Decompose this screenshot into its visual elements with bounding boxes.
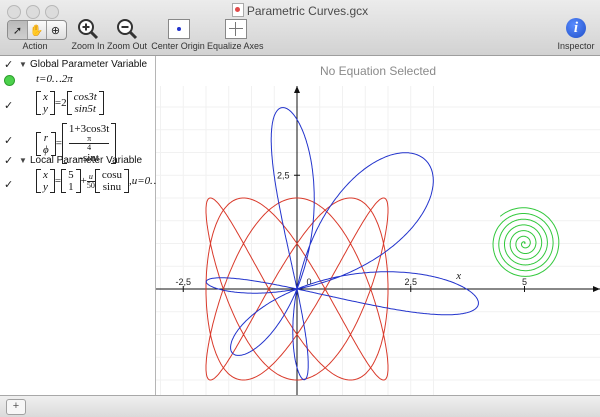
eq2-fraction: π4 xyxy=(68,135,110,152)
equalize-axes-label: Equalize Axes xyxy=(207,41,264,51)
equation-3: x y = 5 1 + u 50 cosu sinu ,u=0… xyxy=(36,169,160,193)
zoom-out-icon xyxy=(117,19,138,40)
eq1-y: y xyxy=(43,103,48,115)
equation-row-3[interactable]: ✓ x y = 5 1 + u 50 cosu sinu ,u=0… xyxy=(0,168,160,202)
action-segmented-control[interactable]: ➚ ✋ ⊕ xyxy=(7,20,67,40)
equation-1: x y =2 cos3t sin5t xyxy=(36,91,104,115)
eq3-y: y xyxy=(43,181,48,193)
equalize-axes-button[interactable]: Equalize Axes xyxy=(207,17,264,53)
eq1-scale: =2 xyxy=(54,97,67,109)
document-icon xyxy=(231,3,244,17)
pointer-tool-icon[interactable]: ➚ xyxy=(8,21,28,39)
checkmark-icon[interactable]: ✓ xyxy=(4,154,13,167)
x-tick-label: -2,5 xyxy=(175,277,191,287)
zoom-in-icon xyxy=(78,19,99,40)
x-tick-label: 5 xyxy=(522,277,527,287)
disclosure-triangle-icon[interactable]: ▼ xyxy=(19,60,27,69)
action-label: Action xyxy=(22,41,48,51)
window-title: Parametric Curves.gcx xyxy=(0,3,600,18)
app-window: Parametric Curves.gcx ➚ ✋ ⊕ Action Zoom … xyxy=(0,0,600,417)
x-axis-label: x xyxy=(455,270,461,282)
graph-canvas[interactable]: No Equation Selected -2,5 0 2,5 5 2,5 x xyxy=(156,56,600,395)
eq3-x: x xyxy=(43,169,48,181)
zoom-out-button[interactable]: Zoom Out xyxy=(106,17,148,53)
x-axis-arrow xyxy=(593,286,600,292)
center-origin-label: Center Origin xyxy=(151,41,205,51)
local-parameter-row[interactable]: ✓ ▼ Local Parameter Variable xyxy=(0,154,155,168)
eq2-r: r xyxy=(43,131,48,144)
checkmark-icon[interactable]: ✓ xyxy=(4,99,13,112)
x-tick-label: 2,5 xyxy=(404,277,417,287)
zoom-out-label: Zoom Out xyxy=(106,41,147,51)
eq1-cos: cos3t xyxy=(73,91,97,103)
equalize-axes-icon xyxy=(225,19,247,39)
eq3-const-x: 5 xyxy=(68,169,74,181)
parameter-indicator-icon xyxy=(4,75,15,86)
eq3-sin: sinu xyxy=(102,181,122,193)
eq1-sin: sin5t xyxy=(74,103,96,115)
center-origin-icon xyxy=(168,19,190,39)
y-axis-arrow xyxy=(294,86,300,93)
eq1-x: x xyxy=(43,91,48,103)
inspector-button[interactable]: i Inspector xyxy=(554,17,598,53)
disclosure-triangle-icon[interactable]: ▼ xyxy=(19,156,27,165)
eq3-frac-den: 50 xyxy=(86,180,95,190)
window-title-text: Parametric Curves.gcx xyxy=(246,4,369,18)
bottom-bar: + xyxy=(0,395,600,417)
global-parameter-text: t=0…2π xyxy=(36,73,73,85)
center-origin-button[interactable]: Center Origin xyxy=(150,17,206,53)
eq3-fraction: u 50 xyxy=(86,172,95,190)
equation-row-1[interactable]: ✓ x y =2 cos3t sin5t xyxy=(0,90,155,122)
toolbar: Parametric Curves.gcx ➚ ✋ ⊕ Action Zoom … xyxy=(0,0,600,56)
info-icon: i xyxy=(566,18,586,38)
global-parameter-value-row[interactable]: t=0…2π xyxy=(0,70,155,90)
checkmark-icon[interactable]: ✓ xyxy=(4,178,13,191)
zoom-tool-icon[interactable]: ⊕ xyxy=(46,21,65,39)
inspector-label: Inspector xyxy=(557,41,595,51)
equation-sidebar: ✓ ▼ Global Parameter Variable t=0…2π ✓ x… xyxy=(0,56,160,395)
checkmark-icon[interactable]: ✓ xyxy=(4,134,13,147)
eq3-const-y: 1 xyxy=(68,181,74,193)
eq3-cos: cosu xyxy=(101,169,122,181)
local-parameter-header: Local Parameter Variable xyxy=(30,155,143,166)
y-tick-label: 2,5 xyxy=(277,170,290,180)
zoom-in-label: Zoom In xyxy=(71,41,105,51)
zoom-in-button[interactable]: Zoom In xyxy=(68,17,108,53)
global-parameter-header: Global Parameter Variable xyxy=(30,59,148,70)
plot-area[interactable]: -2,5 0 2,5 52,5x xyxy=(156,56,600,395)
hand-tool-icon[interactable]: ✋ xyxy=(27,21,47,39)
eq2-frac-den: 4 xyxy=(87,143,92,152)
add-equation-button[interactable]: + xyxy=(6,399,26,415)
